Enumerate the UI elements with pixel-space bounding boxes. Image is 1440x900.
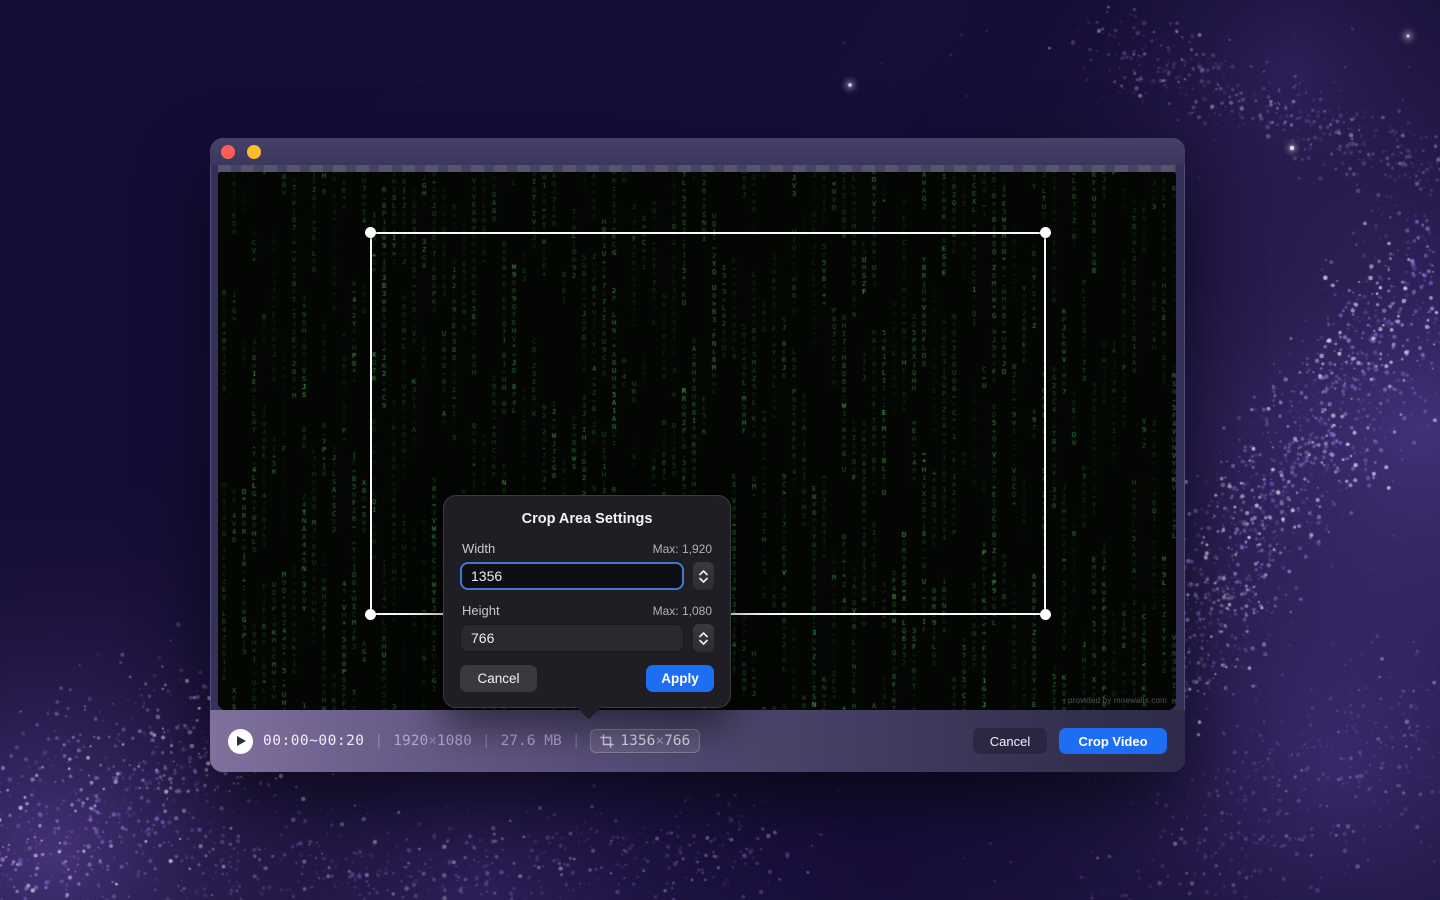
play-button[interactable] [228,728,253,754]
crop-width-value: 1356 [620,733,656,749]
crop-video-button[interactable]: Crop Video [1059,728,1167,754]
popover-apply-button[interactable]: Apply [646,665,714,692]
play-icon [237,736,246,746]
bottom-toolbar: 00:00~00:20 | 1920×1080 | 27.6 MB | 1356… [210,710,1185,772]
crop-handle-bottom-right[interactable] [1040,609,1051,620]
width-input-row [460,562,714,590]
width-label: Width [462,541,496,556]
crop-handle-top-left[interactable] [365,227,376,238]
file-size: 27.6 MB [500,733,562,749]
crop-size-chip[interactable]: 1356×766 [590,729,701,753]
stepper-up-icon [699,631,708,637]
popover-buttons: Cancel Apply [460,665,714,692]
popover-cancel-button[interactable]: Cancel [460,665,537,692]
separator: | [481,733,491,749]
filmstrip-ruler [218,165,1176,172]
crop-handle-bottom-left[interactable] [365,609,376,620]
crop-times: × [655,733,665,749]
toolbar-action-group: Cancel Crop Video [973,728,1167,754]
height-input-row [460,624,714,652]
separator: | [571,733,581,749]
stepper-up-icon [699,569,708,575]
time-range: 00:00~00:20 [263,733,365,749]
width-max-label: Max: 1,920 [652,542,712,556]
width-input[interactable] [460,562,684,590]
resolution-width: 1920 [393,733,429,749]
height-input[interactable] [460,624,684,652]
resolution-times: × [428,733,437,749]
popover-title: Crop Area Settings [521,511,653,527]
crop-icon [600,734,614,748]
source-resolution: 1920×1080 [393,733,472,749]
crop-video-window: provided by moewalls.com 00:00~00:20 | 1… [210,138,1185,772]
resolution-height: 1080 [436,733,472,749]
toolbar-info-group: 00:00~00:20 | 1920×1080 | 27.6 MB | 1356… [228,728,701,754]
crop-height-value: 766 [664,733,691,749]
video-watermark: provided by moewalls.com [1067,696,1167,705]
height-stepper[interactable] [693,624,714,652]
minimize-window-button[interactable] [247,144,261,159]
crop-handle-top-right[interactable] [1040,227,1051,238]
close-window-button[interactable] [221,144,235,159]
height-label: Height [462,603,500,618]
cancel-button[interactable]: Cancel [973,728,1047,754]
crop-size-text: 1356×766 [620,733,690,749]
desktop: provided by moewalls.com 00:00~00:20 | 1… [0,0,1440,900]
width-stepper[interactable] [693,562,714,590]
width-field-header: Width Max: 1,920 [462,541,712,556]
window-titlebar[interactable] [210,138,1185,165]
separator: | [374,733,384,749]
stepper-down-icon [699,639,708,645]
stepper-down-icon [699,577,708,583]
crop-area-settings-popover: Crop Area Settings Width Max: 1,920 Heig… [443,495,731,719]
height-max-label: Max: 1,080 [652,604,712,618]
height-field-header: Height Max: 1,080 [462,603,712,618]
